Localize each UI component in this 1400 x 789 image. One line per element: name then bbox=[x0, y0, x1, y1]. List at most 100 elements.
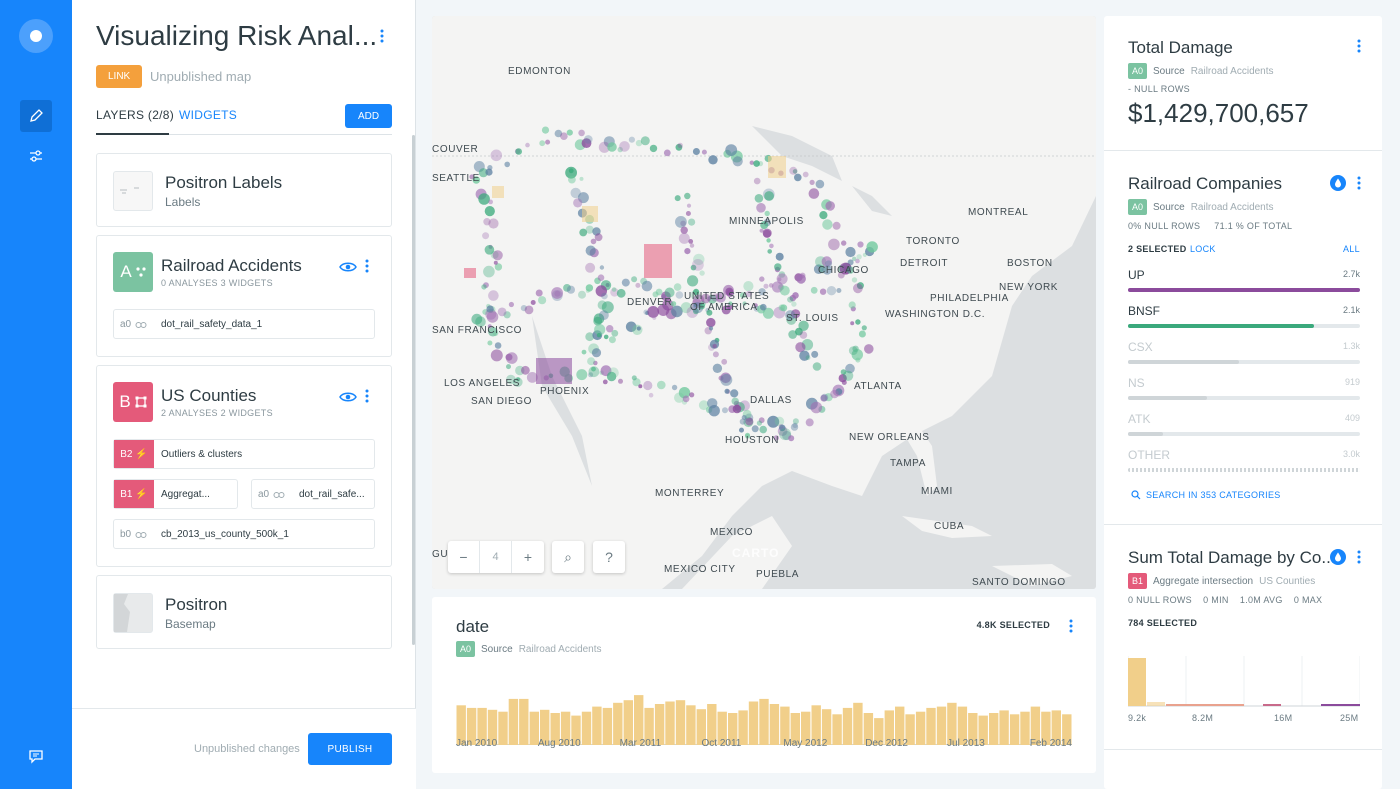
sliders-icon[interactable] bbox=[20, 140, 52, 172]
accident-point[interactable] bbox=[722, 407, 728, 414]
add-layer-button[interactable]: ADD bbox=[345, 104, 392, 128]
accident-point[interactable] bbox=[597, 300, 607, 310]
pencil-icon[interactable] bbox=[20, 100, 52, 132]
accident-point[interactable] bbox=[675, 216, 687, 228]
accident-point[interactable] bbox=[478, 193, 490, 205]
accident-point[interactable] bbox=[601, 292, 608, 300]
accident-point[interactable] bbox=[720, 373, 733, 386]
accident-point[interactable] bbox=[708, 155, 718, 165]
accident-point[interactable] bbox=[485, 168, 493, 176]
histogram[interactable] bbox=[456, 681, 1072, 745]
accident-point[interactable] bbox=[649, 144, 658, 153]
histogram-bar[interactable] bbox=[1166, 704, 1244, 706]
accident-point[interactable] bbox=[585, 262, 596, 273]
accident-point[interactable] bbox=[706, 317, 716, 328]
accident-point[interactable] bbox=[701, 149, 707, 155]
accident-point[interactable] bbox=[774, 263, 782, 271]
accident-point[interactable] bbox=[810, 286, 818, 294]
accident-point[interactable] bbox=[853, 283, 863, 294]
accident-point[interactable] bbox=[861, 325, 867, 331]
accident-point[interactable] bbox=[611, 329, 619, 337]
accident-point[interactable] bbox=[515, 148, 522, 155]
help-icon[interactable]: ? bbox=[593, 541, 625, 573]
accident-point[interactable] bbox=[815, 179, 825, 189]
zoom-in-button[interactable]: + bbox=[512, 541, 544, 573]
accident-point[interactable] bbox=[759, 425, 767, 434]
accident-point[interactable] bbox=[792, 292, 799, 299]
accident-point[interactable] bbox=[587, 357, 596, 366]
accident-point[interactable] bbox=[855, 357, 861, 363]
accident-point[interactable] bbox=[492, 250, 503, 261]
accident-point[interactable] bbox=[855, 319, 861, 325]
accident-point[interactable] bbox=[652, 315, 657, 320]
accident-point[interactable] bbox=[789, 166, 798, 175]
search-categories-button[interactable]: SEARCH IN 353 CATEGORIES bbox=[1131, 490, 1281, 500]
widget-options-icon[interactable] bbox=[1357, 176, 1361, 195]
accident-point[interactable] bbox=[809, 179, 815, 185]
layer-card-positron-labels[interactable]: Positron Labels Labels bbox=[96, 153, 392, 227]
accident-point[interactable] bbox=[792, 422, 798, 428]
accident-point[interactable] bbox=[749, 160, 754, 165]
accident-point[interactable] bbox=[787, 296, 794, 303]
accident-point[interactable] bbox=[851, 277, 858, 283]
accident-point[interactable] bbox=[482, 232, 490, 240]
accident-point[interactable] bbox=[678, 232, 690, 244]
accident-point[interactable] bbox=[643, 309, 649, 315]
accident-point[interactable] bbox=[636, 326, 641, 331]
accident-point[interactable] bbox=[794, 173, 802, 182]
accident-point[interactable] bbox=[483, 218, 491, 226]
accident-point[interactable] bbox=[560, 132, 568, 140]
accident-point[interactable] bbox=[732, 156, 743, 167]
accident-point[interactable] bbox=[845, 246, 856, 258]
accident-point[interactable] bbox=[780, 304, 788, 312]
accident-point[interactable] bbox=[584, 135, 593, 144]
accident-point[interactable] bbox=[490, 149, 503, 162]
accident-point[interactable] bbox=[732, 404, 742, 414]
eye-icon[interactable] bbox=[339, 390, 357, 408]
accident-point[interactable] bbox=[836, 288, 842, 293]
layer-card-us-counties[interactable]: B US Counties 2 ANALYSES 2 WIDGETS B2 ⚡ … bbox=[96, 365, 392, 567]
accident-point[interactable] bbox=[657, 380, 666, 390]
accident-point[interactable] bbox=[663, 149, 671, 157]
accident-point[interactable] bbox=[841, 240, 847, 246]
accident-point[interactable] bbox=[708, 405, 720, 417]
accident-point[interactable] bbox=[842, 370, 854, 381]
layer-card-positron-basemap[interactable]: Positron Basemap bbox=[96, 575, 392, 649]
accident-point[interactable] bbox=[857, 241, 864, 248]
tab-widgets[interactable]: WIDGETS bbox=[179, 108, 237, 122]
county-polygon[interactable] bbox=[492, 186, 504, 198]
accident-point[interactable] bbox=[832, 221, 841, 230]
accident-point[interactable] bbox=[712, 363, 723, 373]
source-node-b0[interactable]: b0 cb_2013_us_county_500k_1 bbox=[113, 519, 375, 549]
accident-point[interactable] bbox=[673, 283, 682, 291]
accident-point[interactable] bbox=[618, 378, 623, 384]
map-canvas[interactable]: EDMONTON COUVER SEATTLE MINNEAPOLIS MONTREAL… bbox=[432, 16, 1096, 589]
accident-point[interactable] bbox=[802, 171, 809, 178]
layer-title[interactable]: Positron bbox=[165, 595, 227, 615]
color-drop-icon[interactable] bbox=[1330, 549, 1346, 565]
accident-point[interactable] bbox=[568, 175, 576, 184]
accident-point[interactable] bbox=[725, 144, 738, 157]
comment-icon[interactable] bbox=[20, 740, 52, 772]
widget-options-icon[interactable] bbox=[1357, 550, 1361, 569]
accident-point[interactable] bbox=[791, 301, 797, 307]
accident-point[interactable] bbox=[743, 281, 754, 292]
accident-point[interactable] bbox=[486, 311, 499, 323]
histogram-bar[interactable] bbox=[1321, 704, 1360, 706]
accident-point[interactable] bbox=[724, 388, 730, 394]
accident-point[interactable] bbox=[848, 346, 858, 355]
accident-point[interactable] bbox=[566, 285, 575, 294]
accident-point[interactable] bbox=[689, 392, 695, 398]
histogram-bar[interactable] bbox=[1263, 704, 1281, 706]
accident-point[interactable] bbox=[578, 290, 586, 299]
accident-point[interactable] bbox=[602, 379, 608, 385]
source-node[interactable]: a0 dot_rail_safety_data_1 bbox=[113, 309, 375, 339]
accident-point[interactable] bbox=[820, 393, 829, 402]
accident-point[interactable] bbox=[608, 336, 616, 344]
accident-point[interactable] bbox=[607, 142, 617, 152]
accident-point[interactable] bbox=[759, 276, 765, 282]
layer-title[interactable]: US Counties bbox=[161, 386, 256, 406]
accident-point[interactable] bbox=[692, 259, 704, 271]
accident-point[interactable] bbox=[685, 211, 691, 216]
accident-point[interactable] bbox=[762, 228, 772, 238]
